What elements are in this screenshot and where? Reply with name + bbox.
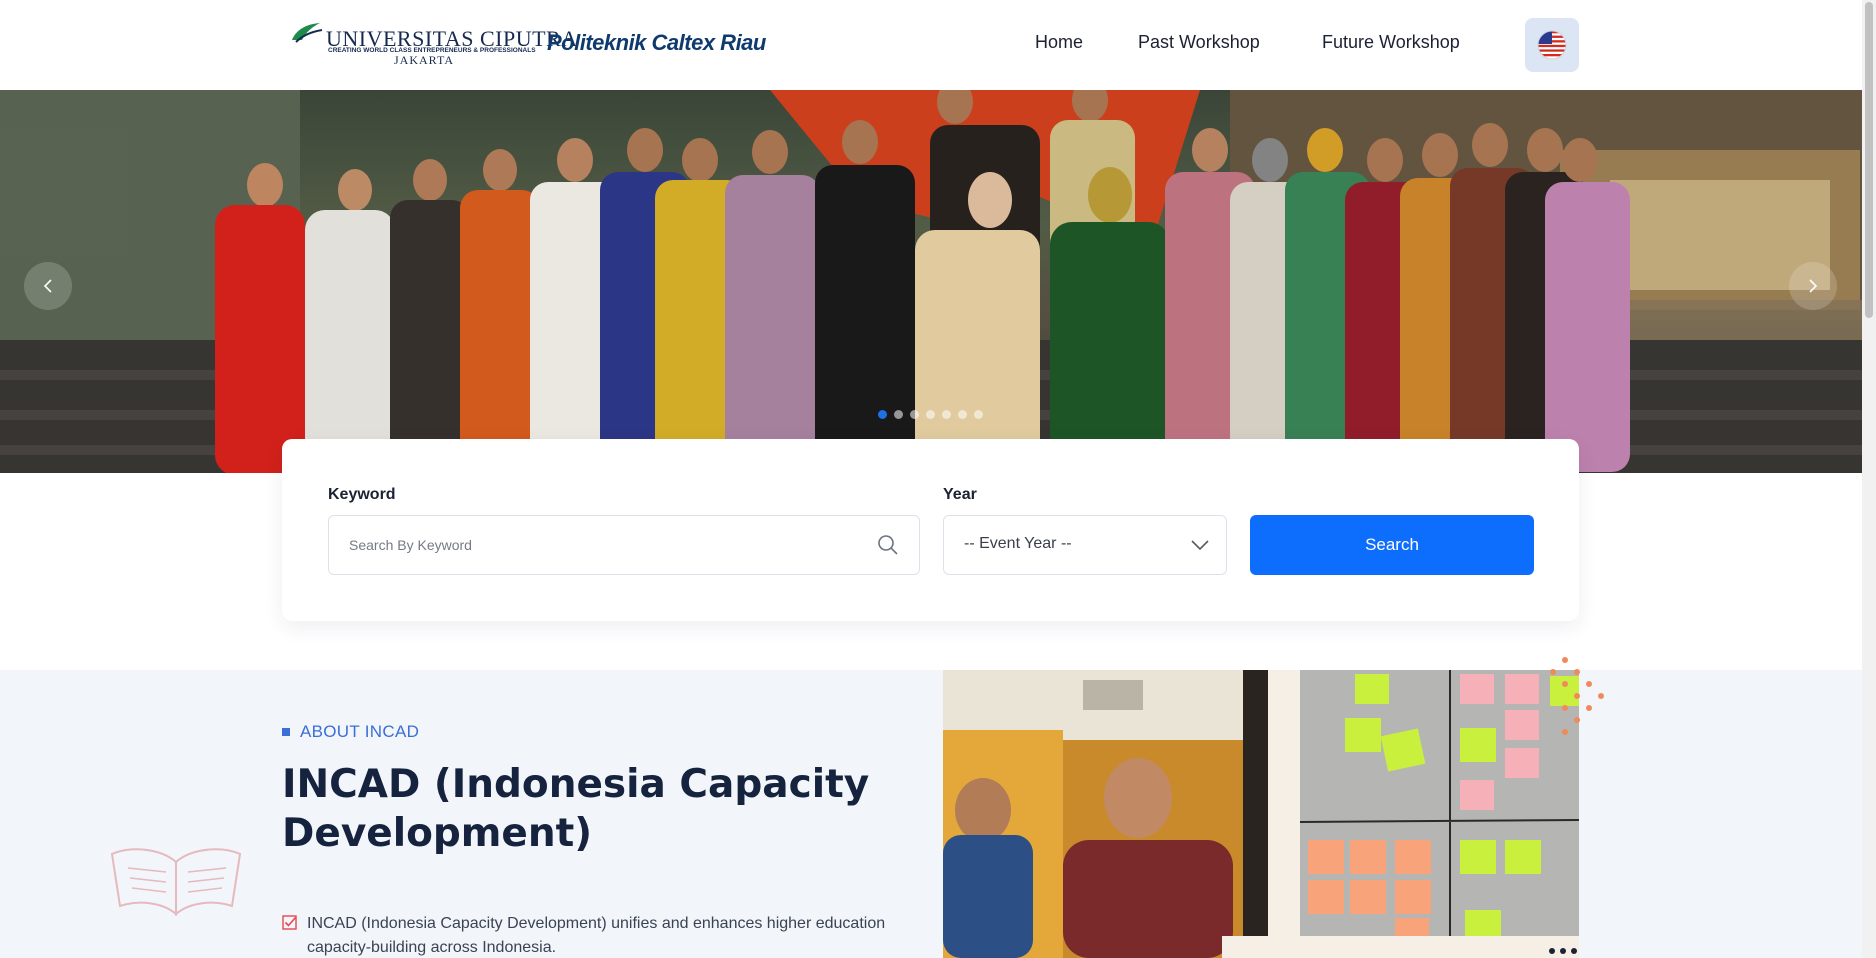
ciputra-emblem-icon (292, 23, 323, 43)
about-title: INCAD (Indonesia Capacity Development) (282, 762, 870, 856)
carousel-dot[interactable] (942, 410, 951, 419)
universitas-ciputra-logo[interactable]: UNIVERSITAS CIPUTRA CREATING WORLD CLASS… (290, 20, 577, 68)
nav-past-workshop[interactable]: Past Workshop (1138, 32, 1260, 53)
nav-future-workshop[interactable]: Future Workshop (1322, 32, 1460, 53)
image-caption-strip (1222, 936, 1579, 958)
scrollbar-thumb[interactable] (1865, 2, 1873, 318)
carousel-dot[interactable] (974, 410, 983, 419)
carousel-dot[interactable] (926, 410, 935, 419)
site-header: UNIVERSITAS CIPUTRA CREATING WORLD CLASS… (0, 0, 1862, 90)
checkbox-checked-icon (282, 915, 297, 930)
carousel-indicators (878, 410, 983, 419)
more-dots-icon[interactable] (1548, 947, 1578, 955)
nav-home[interactable]: Home (1035, 32, 1083, 53)
about-eyebrow: ABOUT INCAD (282, 722, 419, 742)
carousel-dot[interactable] (910, 410, 919, 419)
us-flag-icon (1537, 30, 1567, 60)
keyword-input[interactable] (329, 516, 919, 574)
sticky-notes-photo-image (1300, 670, 1579, 936)
page-scrollbar[interactable] (1862, 0, 1876, 958)
workshop-photo-image (943, 670, 1268, 958)
carousel-prev-button[interactable] (24, 262, 72, 310)
logo-university-city: JAKARTA (394, 53, 454, 67)
year-select-value: -- Event Year -- (964, 535, 1072, 552)
search-card: Keyword Year -- Event Year -- Search (282, 439, 1579, 621)
carousel-next-button[interactable] (1789, 262, 1837, 310)
about-eyebrow-text: ABOUT INCAD (300, 722, 420, 741)
chevron-right-icon (1809, 279, 1818, 293)
language-switcher-button[interactable] (1525, 18, 1579, 72)
chevron-left-icon (43, 279, 52, 293)
list-item-text: INCAD (Indonesia Capacity Development) u… (307, 915, 886, 956)
search-button[interactable]: Search (1250, 515, 1534, 575)
carousel-dot[interactable] (894, 410, 903, 419)
decorative-dots-icon (1550, 657, 1604, 735)
year-select[interactable]: -- Event Year -- (943, 515, 1227, 575)
carousel-dot[interactable] (878, 410, 887, 419)
keyword-field[interactable] (328, 515, 920, 575)
list-item: INCAD (Indonesia Capacity Development) u… (282, 912, 922, 958)
politeknik-caltex-riau-logo[interactable]: Politeknik Caltex Riau (547, 30, 766, 56)
image-spacer (1268, 670, 1300, 958)
year-label: Year (943, 486, 977, 503)
about-section: ABOUT INCAD INCAD (Indonesia Capacity De… (0, 657, 1862, 958)
open-book-icon (110, 848, 242, 917)
chevron-down-icon (1191, 540, 1209, 551)
keyword-label: Keyword (328, 486, 396, 503)
square-bullet-icon (282, 728, 290, 736)
carousel-dot[interactable] (958, 410, 967, 419)
hero-carousel (0, 90, 1862, 473)
search-icon[interactable] (877, 534, 899, 556)
